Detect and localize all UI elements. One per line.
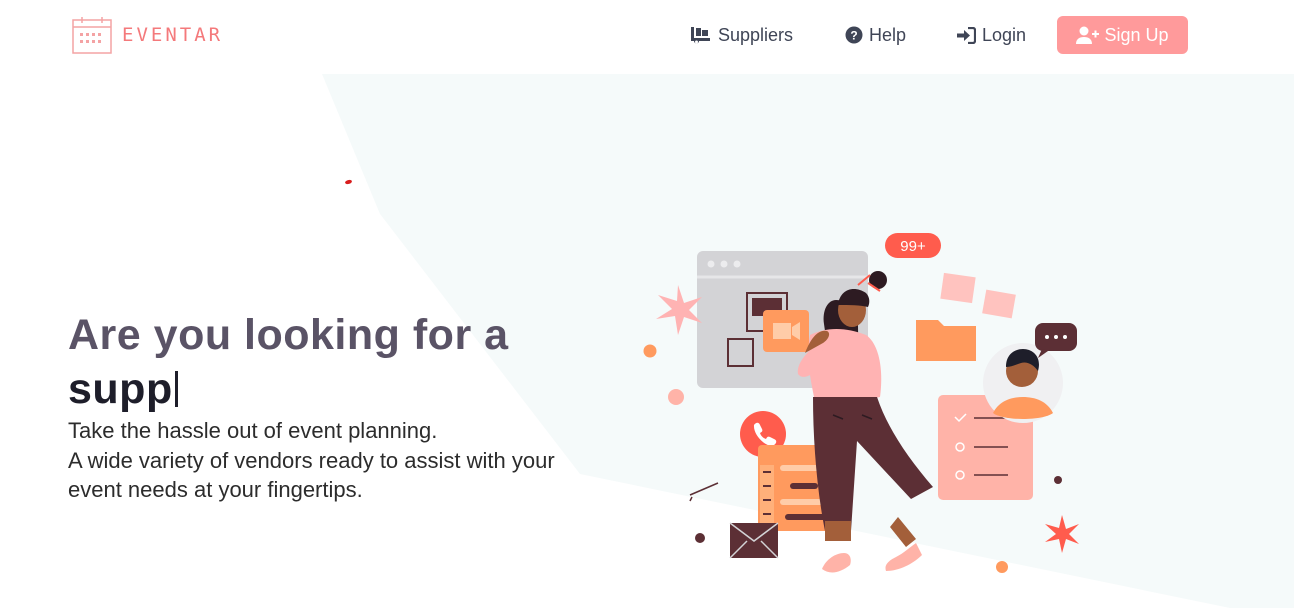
typed-headline: supp [68,362,628,416]
svg-text:?: ? [850,29,857,43]
site-header: EVENTAR Suppliers ? Help Login Sign Up [0,0,1294,74]
user-plus-icon [1076,26,1100,44]
hero-subtitle-line-1: Take the hassle out of event planning. [68,418,438,443]
hero-subtitle: Take the hassle out of event planning. A… [68,416,628,505]
hero-title: Are you looking for a [68,311,509,359]
notification-badge-graphic: 99+ [885,233,941,258]
nav-suppliers-link[interactable]: Suppliers [690,16,793,54]
nav-login-link[interactable]: Login [957,16,1026,54]
typed-text: supp [68,365,173,413]
main-nav: Suppliers ? Help Login Sign Up [0,16,1294,54]
nav-suppliers-label: Suppliers [718,24,794,45]
sign-in-icon [957,26,976,44]
question-circle-icon: ? [845,26,863,44]
nav-help-link[interactable]: ? Help [845,16,906,54]
typing-cursor [174,371,178,407]
hero-subtitle-line-3: event needs at your fingertips. [68,477,363,502]
hero-illustration: 99+ [643,233,1079,573]
hero-section: Are you looking for a supp Take the hass… [68,308,628,505]
nav-login-label: Login [982,24,1027,45]
sign-up-label: Sign Up [1104,24,1169,45]
hero-subtitle-line-2: A wide variety of vendors ready to assis… [68,447,555,473]
truck-loading-icon [691,27,710,44]
notification-badge-text: 99+ [900,238,926,255]
nav-help-label: Help [869,24,907,45]
sign-up-button[interactable]: Sign Up [1057,16,1188,54]
